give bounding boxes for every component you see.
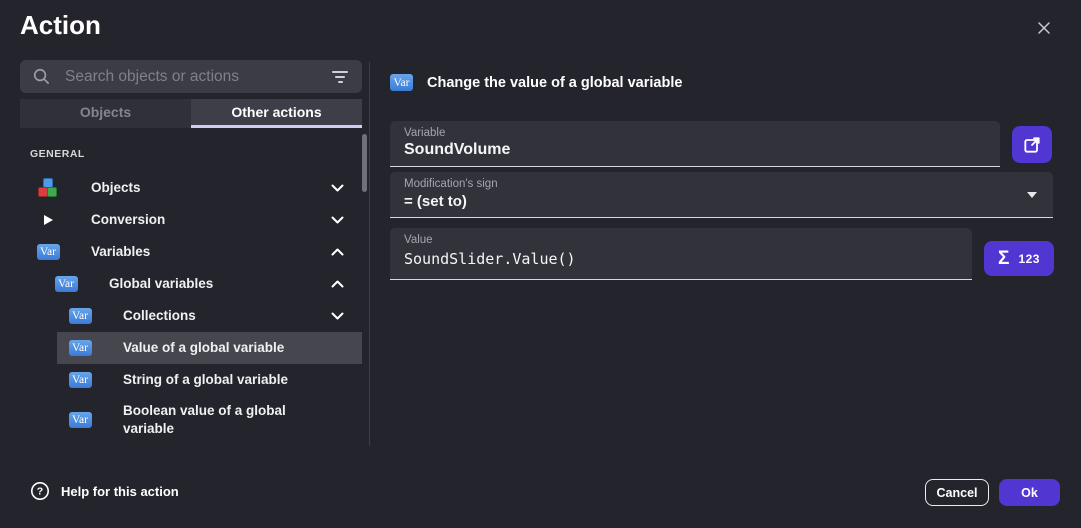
var-icon: Var — [37, 244, 60, 260]
svg-text:?: ? — [37, 486, 43, 498]
modification-sign-value: = (set to) — [404, 190, 1039, 210]
tree-item-boolean-of-global-variable[interactable]: Var Boolean value of a global variable — [20, 396, 362, 444]
search-input[interactable] — [63, 67, 318, 87]
filter-icon[interactable] — [330, 67, 350, 87]
tree-item-conversion[interactable]: Conversion — [20, 204, 362, 236]
var-icon: Var — [69, 340, 92, 356]
close-button[interactable] — [1030, 14, 1058, 42]
chevron-up-icon[interactable] — [331, 280, 344, 288]
variable-field: Variable — [390, 121, 1000, 167]
objects-cubes-icon — [36, 178, 60, 198]
var-icon: Var — [69, 372, 92, 388]
value-field-label: Value — [404, 234, 958, 246]
open-in-new-icon — [1022, 135, 1042, 155]
tree-item-label: Collections — [123, 307, 196, 325]
page-title: Action — [20, 10, 101, 41]
variable-field-label: Variable — [404, 127, 986, 139]
ok-button[interactable]: Ok — [999, 479, 1060, 506]
modification-sign-select[interactable]: Modification's sign = (set to) — [390, 172, 1053, 218]
help-question-icon: ? — [30, 481, 50, 501]
search-icon — [32, 67, 51, 86]
dropdown-caret-icon — [1027, 192, 1037, 198]
sigma-icon: Σ — [998, 249, 1009, 268]
chevron-up-icon[interactable] — [331, 248, 344, 256]
cancel-button[interactable]: Cancel — [925, 479, 989, 506]
tree-item-label: Variables — [91, 243, 150, 261]
section-label: GENERAL — [20, 148, 362, 172]
tree-item-value-of-global-variable[interactable]: Var Value of a global variable — [20, 332, 362, 364]
var-icon: Var — [69, 308, 92, 324]
search-bar — [20, 60, 362, 93]
chevron-down-icon[interactable] — [331, 184, 344, 192]
var-icon: Var — [390, 74, 413, 91]
chevron-down-icon[interactable] — [331, 216, 344, 224]
action-header: Var Change the value of a global variabl… — [390, 74, 682, 91]
tree-item-label: Global variables — [109, 275, 213, 293]
triangle-right-icon — [36, 215, 60, 225]
tab-objects[interactable]: Objects — [20, 99, 191, 128]
var-icon: Var — [69, 412, 92, 428]
tree-item-objects[interactable]: Objects — [20, 172, 362, 204]
tree-item-label: Conversion — [91, 211, 165, 229]
tree-item-collections[interactable]: Var Collections — [20, 300, 362, 332]
var-icon: Var — [55, 276, 78, 292]
tree-item-variables[interactable]: Var Variables — [20, 236, 362, 268]
panel-divider — [369, 62, 370, 446]
variable-input[interactable] — [404, 139, 986, 159]
expression-builder-button[interactable]: Σ 123 — [984, 241, 1054, 276]
expression-123-label: 123 — [1018, 252, 1040, 266]
modification-sign-label: Modification's sign — [404, 178, 1039, 190]
value-field: Value — [390, 228, 972, 280]
tree-item-label: String of a global variable — [123, 371, 288, 389]
action-title: Change the value of a global variable — [427, 75, 682, 91]
tree-item-label: Objects — [91, 179, 141, 197]
help-link[interactable]: ? Help for this action — [30, 481, 179, 501]
help-label: Help for this action — [61, 484, 179, 499]
tree-item-global-variables[interactable]: Var Global variables — [20, 268, 362, 300]
close-icon — [1034, 18, 1054, 38]
open-variables-button[interactable] — [1012, 126, 1052, 163]
tree-item-label: Boolean value of a global variable — [123, 402, 295, 438]
tab-other-actions[interactable]: Other actions — [191, 99, 362, 128]
chevron-down-icon[interactable] — [331, 312, 344, 320]
tree-item-string-of-global-variable[interactable]: Var String of a global variable — [20, 364, 362, 396]
actions-tree: GENERAL Objects Conversion Var Variables… — [20, 148, 362, 444]
tree-item-label: Value of a global variable — [123, 339, 284, 357]
scrollbar[interactable] — [362, 134, 367, 192]
tab-bar: Objects Other actions — [20, 99, 362, 128]
value-expression-input[interactable] — [404, 246, 958, 268]
